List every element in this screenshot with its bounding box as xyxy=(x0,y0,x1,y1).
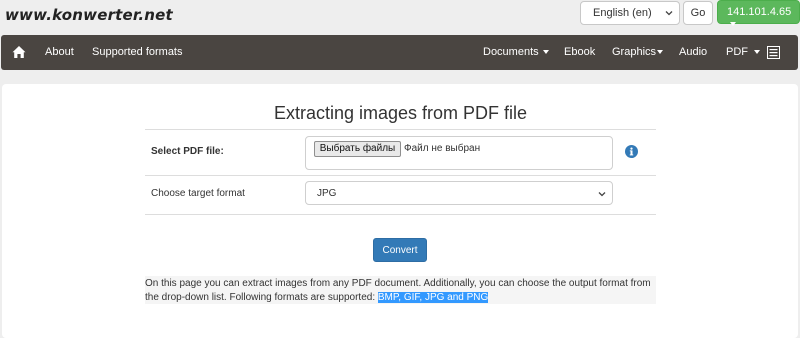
divider xyxy=(145,214,656,215)
nav-about[interactable]: About xyxy=(45,46,74,58)
caret-down-icon xyxy=(754,50,760,54)
choose-file-button[interactable]: Выбрать файлы xyxy=(314,141,401,157)
ip-label: 141.101.4.65 xyxy=(727,6,792,18)
home-icon[interactable] xyxy=(12,45,26,59)
page-title: Extracting images from PDF file xyxy=(273,103,528,123)
description-text: On this page you can extract images from… xyxy=(145,276,656,304)
nav-documents-label: Documents xyxy=(483,46,539,58)
go-button[interactable]: Go xyxy=(683,1,713,25)
nav-audio[interactable]: Audio xyxy=(679,46,707,58)
site-logo[interactable]: www.konwerter.net xyxy=(5,6,173,24)
ip-dropdown-button[interactable]: 141.101.4.65 xyxy=(717,0,800,26)
caret-down-icon xyxy=(730,22,736,26)
nav-graphics[interactable]: Graphics xyxy=(612,46,664,58)
supported-formats-highlight: BMP, GIF, JPG and PNG xyxy=(377,292,489,303)
target-format-select[interactable]: JPG xyxy=(305,181,613,205)
caret-down-icon xyxy=(542,50,549,54)
nav-pdf[interactable]: PDF xyxy=(726,46,760,58)
file-status: Файл не выбран xyxy=(404,143,481,154)
caret-down-icon xyxy=(657,50,664,54)
nav-supported-formats[interactable]: Supported formats xyxy=(92,46,183,58)
nav-graphics-label: Graphics xyxy=(612,46,657,58)
nav-ebook[interactable]: Ebook xyxy=(564,46,595,58)
nav-documents[interactable]: Documents xyxy=(483,46,549,58)
chevron-down-icon xyxy=(665,11,673,16)
file-input[interactable]: Выбрать файлы Файл не выбран xyxy=(305,136,613,170)
target-format-label: Choose target format xyxy=(151,188,245,199)
language-select[interactable]: English (en) xyxy=(580,1,680,25)
language-select-value: English (en) xyxy=(593,7,652,19)
divider xyxy=(145,175,656,176)
chevron-down-icon xyxy=(598,192,606,197)
convert-button[interactable]: Convert xyxy=(373,238,427,262)
target-format-value: JPG xyxy=(317,188,337,199)
top-bar: www.konwerter.net English (en) Go 141.10… xyxy=(0,0,800,35)
list-icon[interactable] xyxy=(767,46,780,59)
divider xyxy=(145,129,656,130)
nav-pdf-label: PDF xyxy=(726,46,748,58)
select-pdf-label: Select PDF file: xyxy=(151,146,224,157)
main-navbar: About Supported formats Documents Ebook … xyxy=(1,35,798,70)
info-icon[interactable] xyxy=(625,145,638,158)
